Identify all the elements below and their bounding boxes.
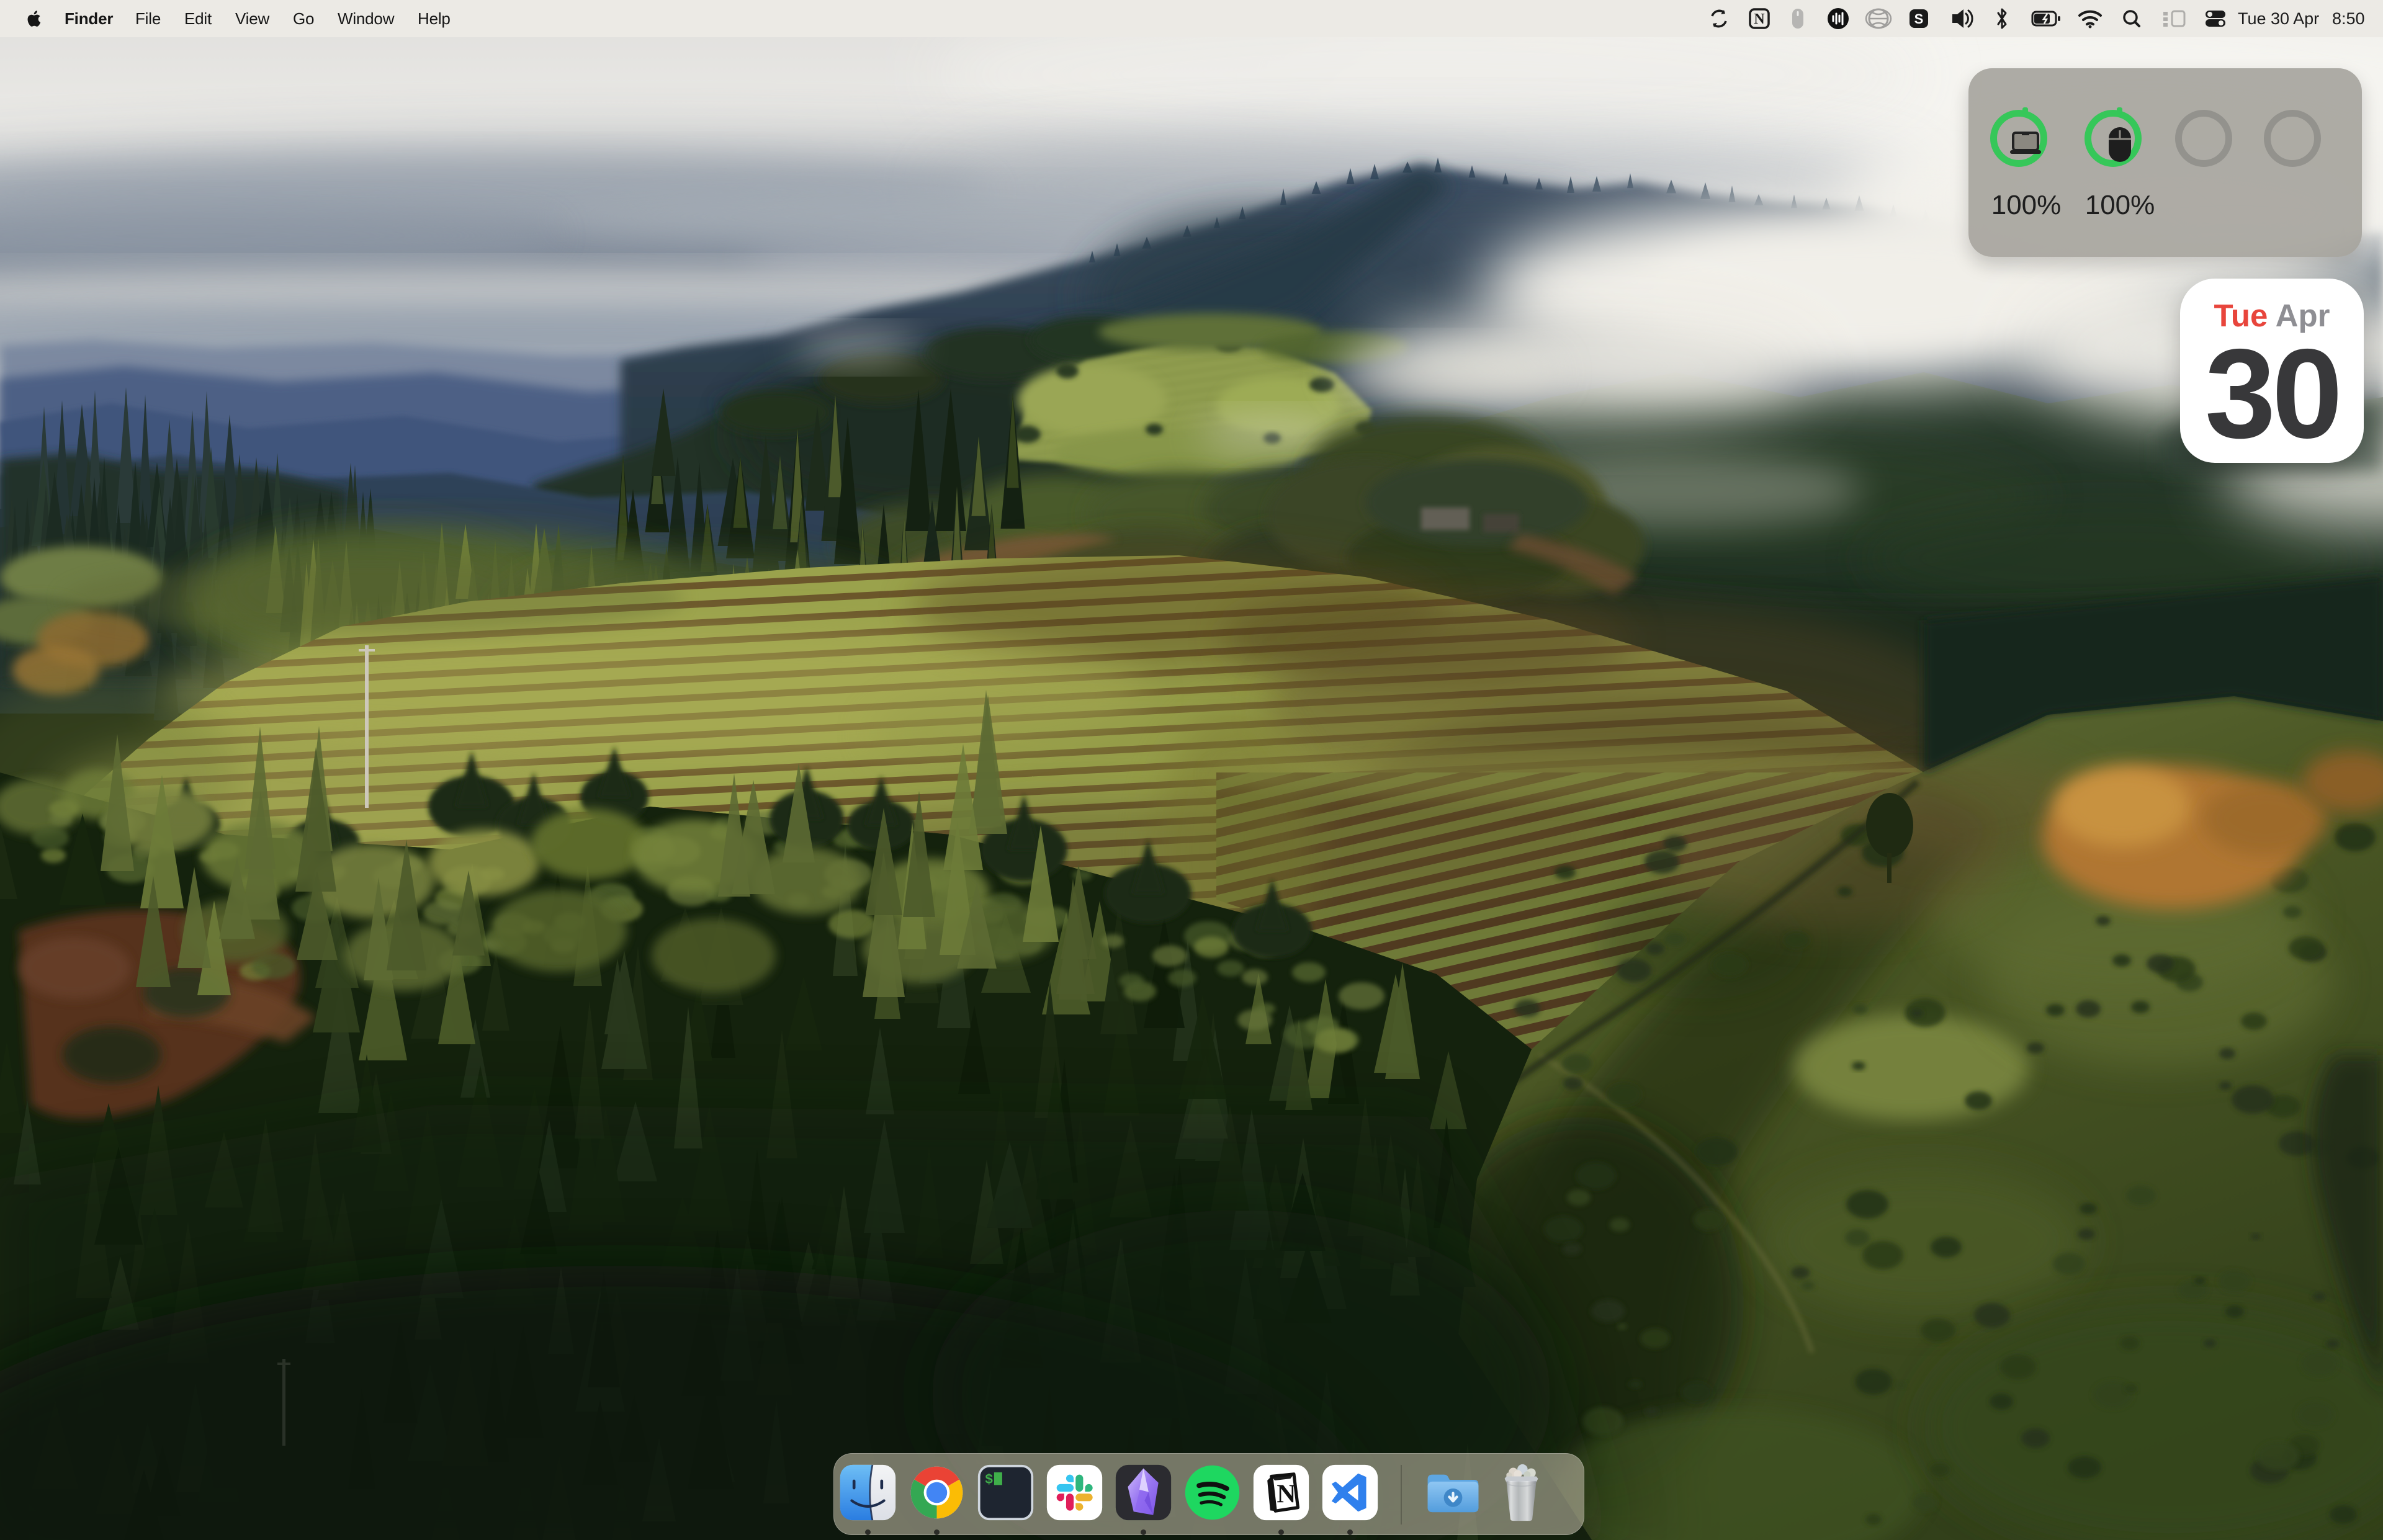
svg-text:Tue 30 Apr: Tue 30 Apr (2238, 9, 2319, 28)
svg-text:N: N (1754, 11, 1765, 27)
svg-text:$: $ (985, 1472, 993, 1488)
svg-text:S: S (1914, 11, 1924, 27)
svg-text:N: N (1277, 1479, 1296, 1508)
svg-text:8:50: 8:50 (2332, 9, 2365, 28)
